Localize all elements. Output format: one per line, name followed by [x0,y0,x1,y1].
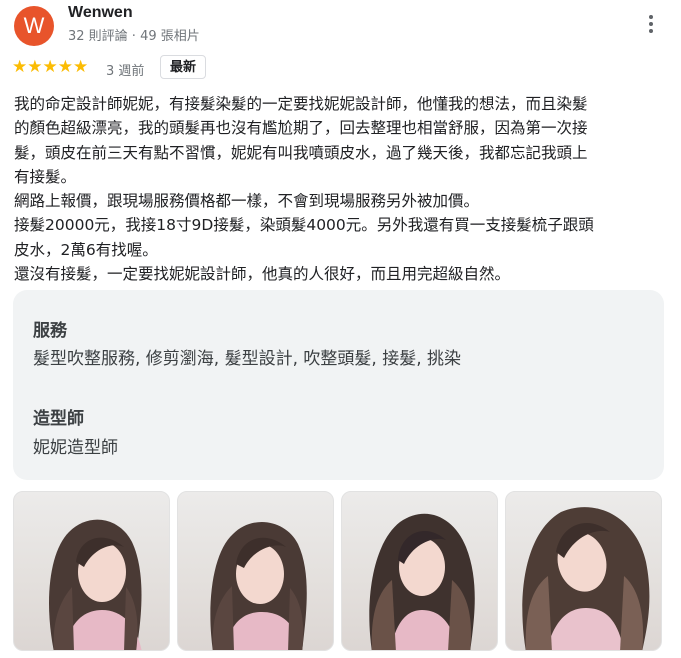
review-line: 的顏色超級漂亮，我的頭髮再也沒有尷尬期了，回去整理也相當舒服，因為第一次接 [14,119,588,138]
review-photo[interactable] [341,491,498,651]
review-line: 還沒有接髮，一定要找妮妮設計師，他真的人很好，而且用完超級自然。 [14,265,511,284]
newest-badge: 最新 [160,55,206,79]
avatar[interactable]: W [14,6,54,46]
review-line: 我的命定設計師妮妮，有接髮染髮的一定要找妮妮設計師，他懂我的想法，而且染髮 [14,95,588,113]
attribute-value-services: 髮型吹整服務, 修剪瀏海, 髮型設計, 吹整頭髮, 接髮, 挑染 [33,349,462,369]
attribute-title-stylist: 造型師 [33,409,84,429]
review-line: 髮，頭皮在前三天有點不習慣，妮妮有叫我噴頭皮水，過了幾天後，我都忘記我頭上 [14,143,588,162]
review-photo[interactable] [13,491,170,651]
reviewer-name[interactable]: Wenwen [68,4,133,22]
reviewer-meta: 32 則評論 · 49 張相片 [68,29,200,44]
attribute-value-stylist: 妮妮造型師 [33,438,118,458]
review-time: 3 週前 [106,64,145,79]
review-line: 有接髮。 [14,167,77,186]
star-rating: ★★★★★ [12,57,89,77]
review-line: 皮水，2萬6有找喔。 [14,240,158,259]
review-line: 網路上報價，跟現場服務價格都一樣，不會到現場服務另外被加價。 [14,192,480,211]
review-photo[interactable] [505,491,662,651]
review-photo[interactable] [177,491,334,651]
review-line: 接髮20000元，我接18寸9D接髮，染頭髮4000元。另外我還有買一支接髮梳子… [14,216,594,235]
review-photos [13,491,665,651]
review-text: 我的命定設計師妮妮，有接髮染髮的一定要找妮妮設計師，他懂我的想法，而且染髮 的顏… [14,92,669,286]
more-options-icon[interactable] [643,12,659,36]
attributes-card: 服務 髮型吹整服務, 修剪瀏海, 髮型設計, 吹整頭髮, 接髮, 挑染 造型師 … [13,290,664,480]
attribute-title-services: 服務 [33,321,67,341]
